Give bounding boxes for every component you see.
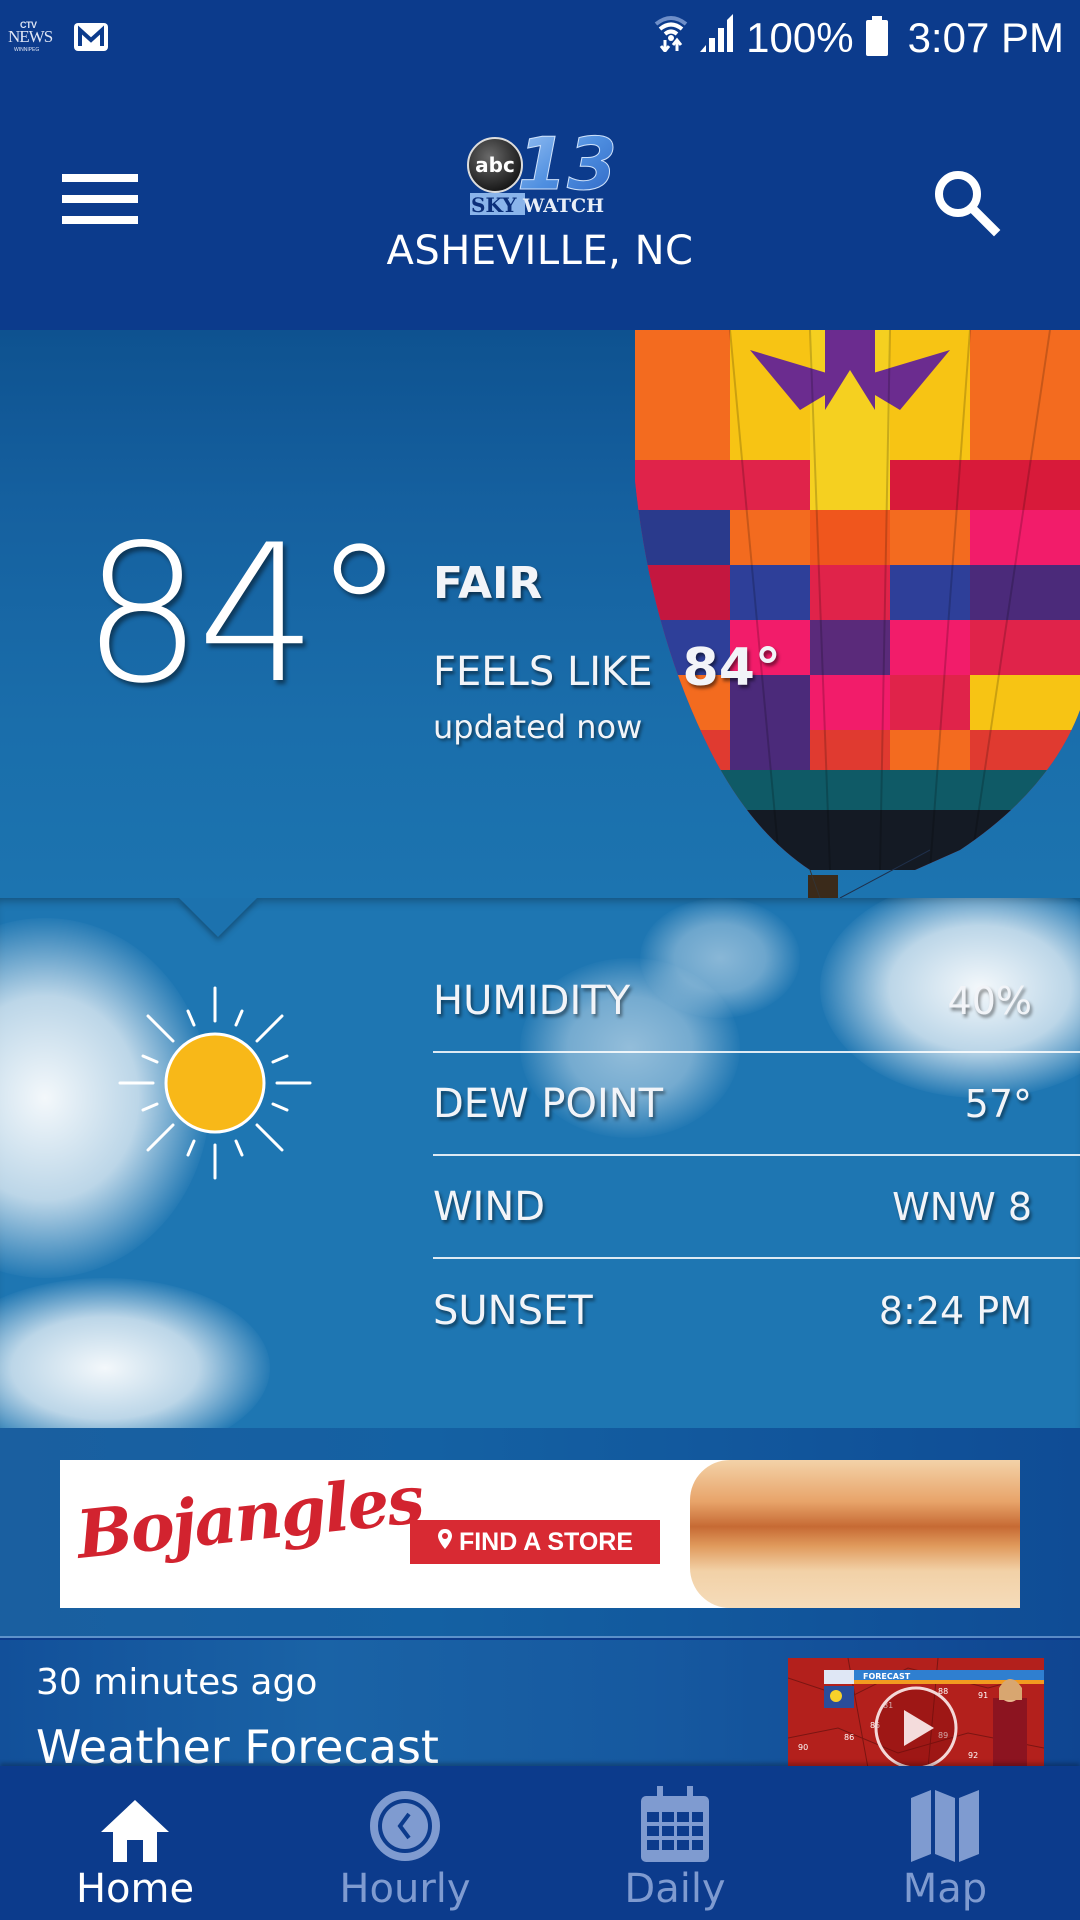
nav-label: Map	[902, 1866, 988, 1912]
status-bar: CTV NEWS WINNIPEG 100% 3:07 PM	[0, 0, 1080, 78]
sunny-icon	[118, 986, 312, 1180]
search-icon[interactable]	[928, 166, 1004, 242]
find-a-store-button[interactable]: FIND A STORE	[410, 1520, 660, 1564]
detail-row-sunset: SUNSET 8:24 PM	[433, 1259, 1080, 1362]
battery-icon	[865, 16, 888, 56]
thumb-banner: FORECAST	[863, 1672, 911, 1681]
detail-value: 8:24 PM	[878, 1288, 1032, 1333]
ctv-logo-main: NEWS	[8, 27, 53, 46]
signal-icon	[698, 14, 736, 62]
gmail-icon	[74, 23, 108, 51]
news-item[interactable]: 30 minutes ago Weather Forecast FORECAST…	[0, 1640, 1080, 1766]
location-title[interactable]: ASHEVILLE, NC	[0, 228, 1080, 274]
nav-tab-home[interactable]: Home	[0, 1766, 270, 1920]
nav-tab-daily[interactable]: Daily	[540, 1766, 810, 1920]
svg-text:SKY: SKY	[471, 193, 517, 217]
detail-row-wind: WIND WNW 8	[433, 1156, 1080, 1259]
ad-section: Bojangles FIND A STORE	[0, 1428, 1080, 1638]
detail-label: HUMIDITY	[433, 977, 631, 1024]
nav-tab-hourly[interactable]: Hourly	[270, 1766, 540, 1920]
detail-row-dew-point: DEW POINT 57°	[433, 1053, 1080, 1156]
battery-percent: 100%	[746, 14, 854, 61]
abc13-skywatch-logo: 13 abc SKY WATCH	[465, 122, 618, 218]
chicken-biscuit-image	[690, 1460, 1020, 1608]
detail-row-humidity: HUMIDITY 40%	[433, 950, 1080, 1053]
feels-like-label: FEELS LIKE	[433, 649, 653, 695]
video-thumbnail[interactable]: FORECAST 818885 868889 909192	[788, 1658, 1044, 1766]
clock-time: 3:07 PM	[907, 14, 1064, 61]
condition-text: FAIR	[433, 558, 543, 609]
news-title[interactable]: Weather Forecast	[36, 1720, 439, 1766]
detail-label: SUNSET	[433, 1287, 593, 1334]
updated-status: updated now	[433, 708, 643, 746]
wifi-icon	[654, 14, 688, 62]
calendar-icon	[639, 1786, 711, 1862]
current-conditions-hero: 84° FAIR FEELS LIKE 84° updated now	[0, 330, 1080, 898]
details-list: HUMIDITY 40% DEW POINT 57° WIND WNW 8 SU…	[433, 950, 1080, 1362]
ctv-logo-sub: WINNIPEG	[14, 47, 40, 53]
location-pin-icon	[437, 1528, 453, 1557]
feels-like-value: 84°	[682, 638, 781, 698]
detail-value: 57°	[964, 1081, 1032, 1126]
svg-text:WATCH: WATCH	[522, 195, 604, 217]
find-a-store-label: FIND A STORE	[458, 1527, 634, 1556]
bottom-navigation: Home Hourly Daily Map	[0, 1766, 1080, 1920]
weather-details-panel: HUMIDITY 40% DEW POINT 57° WIND WNW 8 SU…	[0, 898, 1080, 1428]
detail-value: 40%	[947, 978, 1032, 1023]
news-timestamp: 30 minutes ago	[36, 1662, 318, 1703]
svg-text:91: 91	[978, 1691, 988, 1700]
hot-air-balloon-image	[635, 330, 1080, 898]
current-temperature: 84°	[82, 504, 407, 725]
nav-label: Hourly	[339, 1866, 471, 1912]
pointer-notch	[178, 898, 258, 937]
clock-icon	[369, 1786, 441, 1862]
ad-brand-logo: Bojangles	[72, 1460, 426, 1574]
hamburger-menu-icon[interactable]	[62, 174, 138, 230]
svg-text:86: 86	[844, 1733, 854, 1742]
detail-label: DEW POINT	[433, 1080, 664, 1127]
detail-label: WIND	[433, 1183, 546, 1230]
home-icon	[99, 1786, 171, 1862]
ctv-news-winnipeg-icon: CTV NEWS WINNIPEG	[8, 20, 53, 54]
map-icon	[909, 1786, 981, 1862]
svg-text:92: 92	[968, 1751, 978, 1760]
nav-label: Daily	[624, 1866, 726, 1912]
app-header: 13 abc SKY WATCH ASHEVILLE, NC	[0, 78, 1080, 330]
nav-tab-map[interactable]: Map	[810, 1766, 1080, 1920]
cloud-decoration	[0, 1278, 270, 1428]
svg-text:90: 90	[798, 1743, 808, 1752]
svg-text:abc: abc	[475, 153, 515, 177]
logo-channel: 13	[517, 123, 615, 206]
detail-value: WNW 8	[892, 1184, 1032, 1229]
bojangles-ad-banner[interactable]: Bojangles FIND A STORE	[60, 1460, 1020, 1608]
feels-like: FEELS LIKE 84°	[433, 638, 781, 698]
nav-label: Home	[75, 1866, 195, 1912]
